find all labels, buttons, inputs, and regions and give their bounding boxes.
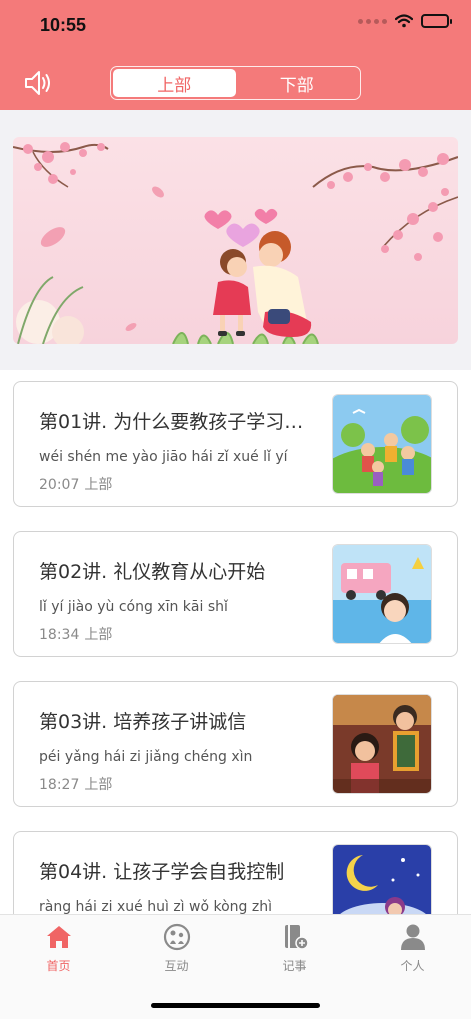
lesson-pinyin: péi yǎng hái zi jiǎng chéng xìn: [39, 749, 253, 765]
lesson-thumbnail: [332, 694, 432, 794]
person-icon: [400, 924, 425, 950]
lesson-meta: 18:27 上部: [39, 774, 112, 794]
lesson-part: 上部: [84, 477, 113, 493]
tab-profile[interactable]: 个人: [354, 923, 471, 974]
speaker-icon: [25, 71, 50, 95]
battery-icon: [421, 14, 452, 28]
lesson-duration: 20:07: [39, 477, 80, 493]
lesson-list: 第01讲. 为什么要教孩子学习礼仪 wéi shén me yào jiāo h…: [0, 370, 471, 914]
lesson-card[interactable]: 第02讲. 礼仪教育从心开始 lǐ yí jiào yù cóng xīn kā…: [13, 531, 458, 657]
tab-notes[interactable]: 记事: [236, 923, 353, 974]
lesson-title: 第04讲. 让孩子学会自我控制: [39, 861, 285, 883]
lesson-duration: 18:34: [39, 627, 80, 643]
tab-notes-label: 记事: [282, 959, 307, 973]
tab-upper-part[interactable]: 上部: [113, 69, 236, 97]
tab-interact-label: 互动: [164, 959, 189, 973]
part-segmented-control: 上部 下部: [110, 66, 361, 100]
lesson-card[interactable]: 第03讲. 培养孩子讲诚信 péi yǎng hái zi jiǎng chén…: [13, 681, 458, 807]
lesson-title: 第01讲. 为什么要教孩子学习礼仪: [39, 411, 304, 433]
lesson-title: 第03讲. 培养孩子讲诚信: [39, 711, 247, 733]
tab-profile-label: 个人: [400, 959, 425, 973]
lesson-duration: 18:27: [39, 777, 80, 793]
status-time: 10:55: [40, 15, 87, 35]
home-indicator: [151, 1003, 320, 1008]
home-icon: [46, 926, 71, 948]
lesson-pinyin: wéi shén me yào jiāo hái zǐ xué lǐ yí: [39, 449, 288, 465]
lesson-part: 上部: [84, 777, 113, 793]
tab-home[interactable]: 首页: [0, 923, 117, 974]
lesson-title: 第02讲. 礼仪教育从心开始: [39, 561, 266, 583]
lesson-meta: 18:34 上部: [39, 624, 112, 644]
lesson-thumbnail: [332, 844, 432, 914]
lesson-part: 上部: [84, 627, 113, 643]
interact-icon: [163, 923, 190, 951]
lesson-card[interactable]: 第01讲. 为什么要教孩子学习礼仪 wéi shén me yào jiāo h…: [13, 381, 458, 507]
banner-carousel[interactable]: [13, 137, 458, 344]
lesson-card[interactable]: 第04讲. 让孩子学会自我控制 ràng hái zi xué huì zì w…: [13, 831, 458, 914]
wifi-icon: [395, 14, 413, 28]
lesson-thumbnail: [332, 394, 432, 494]
signal-icon: [358, 18, 387, 24]
lesson-meta: 20:07 上部: [39, 474, 112, 494]
banner-section: [0, 110, 471, 370]
status-icons: [358, 14, 452, 28]
sound-toggle-button[interactable]: [22, 66, 56, 100]
tab-interact[interactable]: 互动: [118, 923, 235, 974]
lesson-pinyin: ràng hái zi xué huì zì wǒ kòng zhì: [39, 899, 272, 914]
lesson-thumbnail: [332, 544, 432, 644]
header-bar: 10:55 上部 下部: [0, 0, 471, 110]
banner-illustration: [13, 137, 458, 344]
notes-icon: [284, 925, 309, 950]
tab-home-label: 首页: [46, 959, 71, 973]
tab-lower-part[interactable]: 下部: [236, 69, 359, 97]
lesson-pinyin: lǐ yí jiào yù cóng xīn kāi shǐ: [39, 599, 228, 615]
